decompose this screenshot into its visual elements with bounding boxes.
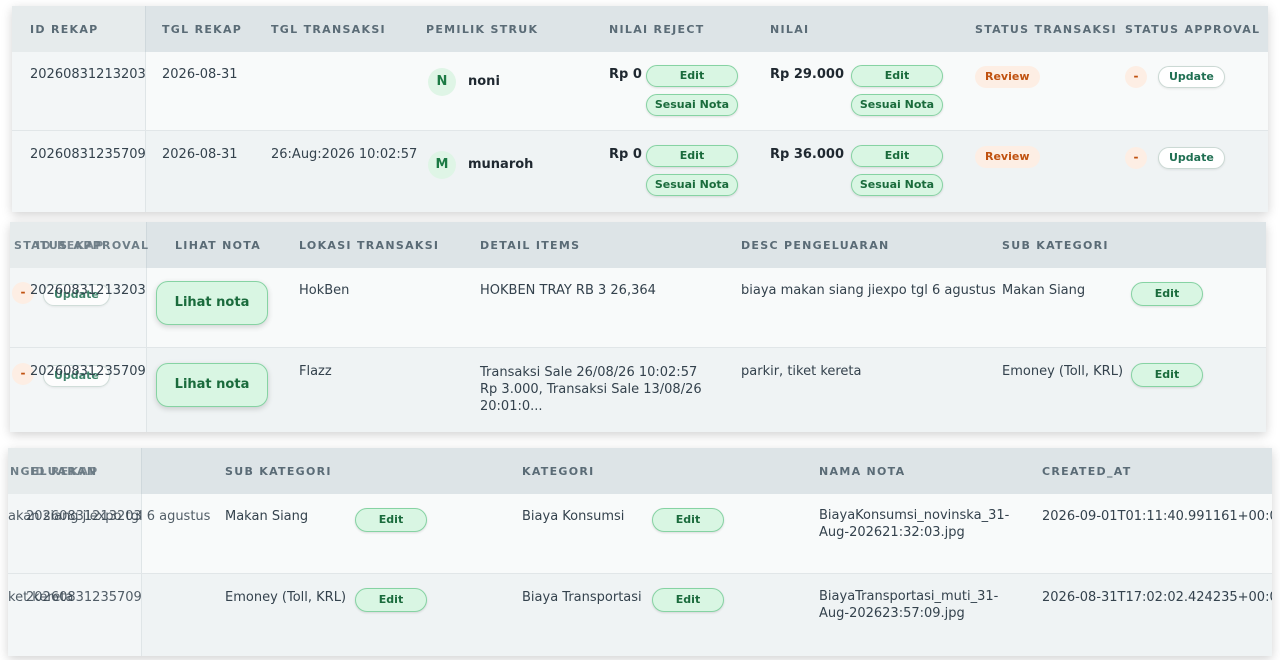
edit-sub-kategori-button[interactable]: Edit: [355, 508, 427, 532]
sesuai-nota-button[interactable]: Sesuai Nota: [646, 174, 738, 196]
id-rekap-cell: 20260831235709: [30, 147, 146, 162]
col-sub-kategori[interactable]: SUB KATEGORI: [1002, 239, 1109, 252]
status-badge: Review: [975, 146, 1040, 168]
lokasi-cell: Flazz: [299, 364, 332, 379]
col-lokasi-transaksi[interactable]: LOKASI TRANSAKSI: [299, 239, 439, 252]
col-detail-items[interactable]: DETAIL ITEMS: [480, 239, 580, 252]
id-rekap-cell: 20260831213203: [30, 283, 146, 298]
edit-sub-kategori-button[interactable]: Edit: [355, 588, 427, 612]
edit-sub-kategori-button[interactable]: Edit: [1131, 282, 1203, 306]
frozen-cell: [10, 348, 147, 432]
approval-status-badge: -: [1125, 147, 1147, 169]
table-row: - Update 20260831235709 Lihat nota Flazz…: [10, 348, 1266, 432]
rekap-table-panel-1: ID REKAP TGL REKAP TGL TRANSAKSI PEMILIK…: [12, 6, 1268, 212]
detail-items-cell: Transaksi Sale 26/08/26 10:02:57 Rp 3.00…: [480, 365, 702, 414]
col-nama-nota[interactable]: NAMA NOTA: [819, 465, 905, 478]
edit-reject-button[interactable]: Edit: [646, 145, 738, 167]
table-row: ket kereta 20260831235709 Emoney (Toll, …: [8, 574, 1272, 656]
col-tgl-transaksi[interactable]: TGL TRANSAKSI: [271, 23, 386, 36]
sesuai-nota-button[interactable]: Sesuai Nota: [851, 94, 943, 116]
rekap-table-panel-3: NGELUARAN ID REKAP SUB KATEGORI KATEGORI…: [8, 448, 1272, 656]
col-status-approval[interactable]: STATUS APPROVAL: [1125, 23, 1260, 36]
frozen-cell: [12, 52, 146, 131]
kategori-cell: Biaya Konsumsi: [522, 509, 625, 524]
col-pemilik-struk[interactable]: PEMILIK STRUK: [426, 23, 538, 36]
nilai-value: Rp 36.000: [770, 147, 845, 162]
edit-sub-kategori-button[interactable]: Edit: [1131, 363, 1203, 387]
id-rekap-cell: 20260831213203: [26, 509, 142, 524]
nama-nota-cell: BiayaKonsumsi_novinska_31-Aug-202621:32:…: [819, 508, 1010, 540]
sesuai-nota-button[interactable]: Sesuai Nota: [646, 94, 738, 116]
col-status-transaksi[interactable]: STATUS TRANSAKSI: [975, 23, 1117, 36]
rekap-table-panel-2: STATUS APPROVAL ID REKAP LIHAT NOTA LOKA…: [10, 222, 1266, 432]
edit-nilai-button[interactable]: Edit: [851, 65, 943, 87]
tgl-rekap-cell: 2026-08-31: [162, 67, 238, 82]
lihat-nota-button[interactable]: Lihat nota: [156, 363, 268, 407]
table-header: STATUS APPROVAL ID REKAP LIHAT NOTA LOKA…: [10, 222, 1266, 268]
nilai-reject-value: Rp 0: [609, 147, 642, 162]
sub-kategori-cell: Makan Siang: [1002, 283, 1086, 298]
id-rekap-cell: 20260831235709: [26, 590, 142, 605]
approval-status-badge: -: [1125, 66, 1147, 88]
update-button[interactable]: Update: [1158, 147, 1225, 169]
nilai-value: Rp 29.000: [770, 67, 845, 82]
col-id-rekap-overlay[interactable]: ID REKAP: [30, 465, 99, 478]
col-id-rekap[interactable]: ID REKAP: [30, 23, 99, 36]
detail-items-cell: HOKBEN TRAY RB 3 26,364: [480, 283, 656, 298]
col-desc-pengeluaran[interactable]: DESC PENGELUARAN: [741, 239, 890, 252]
col-nilai-reject[interactable]: NILAI REJECT: [609, 23, 705, 36]
col-kategori[interactable]: KATEGORI: [522, 465, 595, 478]
col-nilai[interactable]: NILAI: [770, 23, 809, 36]
table-row: - Update 20260831213203 Lihat nota HokBe…: [10, 268, 1266, 348]
col-created-at[interactable]: CREATED_AT: [1042, 465, 1132, 478]
frozen-cell: [8, 494, 142, 574]
edit-nilai-button[interactable]: Edit: [851, 145, 943, 167]
frozen-cell: [8, 574, 142, 656]
desc-cell: biaya makan siang jiexpo tgl 6 agustus: [741, 283, 996, 298]
owner-avatar: N: [428, 68, 456, 96]
edit-kategori-button[interactable]: Edit: [652, 588, 724, 612]
nama-nota-cell: BiayaTransportasi_muti_31-Aug-202623:57:…: [819, 589, 999, 621]
sub-kategori-cell: Emoney (Toll, KRL): [1002, 364, 1124, 379]
edit-kategori-button[interactable]: Edit: [652, 508, 724, 532]
col-tgl-rekap[interactable]: TGL REKAP: [162, 23, 242, 36]
sub-kategori-cell: Emoney (Toll, KRL): [225, 590, 347, 605]
lokasi-cell: HokBen: [299, 283, 350, 298]
table-header: ID REKAP TGL REKAP TGL TRANSAKSI PEMILIK…: [12, 6, 1268, 52]
table-row: akan siang jiexpo tgl 6 agustus 20260831…: [8, 494, 1272, 574]
sesuai-nota-button[interactable]: Sesuai Nota: [851, 174, 943, 196]
frozen-cell: [10, 268, 147, 348]
table-row: 20260831213203 2026-08-31 N noni Rp 0 Ed…: [12, 52, 1268, 131]
col-lihat-nota[interactable]: LIHAT NOTA: [175, 239, 261, 252]
created-at-cell: 2026-09-01T01:11:40.991161+00:00: [1042, 509, 1272, 524]
sub-kategori-cell: Makan Siang: [225, 509, 309, 524]
update-button[interactable]: Update: [1158, 66, 1225, 88]
created-at-cell: 2026-08-31T17:02:02.424235+00:00: [1042, 590, 1272, 605]
owner-name: noni: [468, 74, 500, 89]
owner-avatar: M: [428, 151, 456, 179]
id-rekap-cell: 20260831235709: [30, 364, 146, 379]
tgl-rekap-cell: 2026-08-31: [162, 147, 238, 162]
lihat-nota-button[interactable]: Lihat nota: [156, 281, 268, 325]
table-header: NGELUARAN ID REKAP SUB KATEGORI KATEGORI…: [8, 448, 1272, 494]
table-row: 20260831235709 2026-08-31 26:Aug:2026 10…: [12, 131, 1268, 212]
col-sub-kategori[interactable]: SUB KATEGORI: [225, 465, 332, 478]
frozen-cell: [12, 131, 146, 212]
id-rekap-cell: 20260831213203: [30, 67, 146, 82]
nilai-reject-value: Rp 0: [609, 67, 642, 82]
edit-reject-button[interactable]: Edit: [646, 65, 738, 87]
tgl-transaksi-cell: 26:Aug:2026 10:02:57: [271, 147, 418, 162]
desc-cell: parkir, tiket kereta: [741, 364, 862, 379]
owner-name: munaroh: [468, 157, 534, 172]
kategori-cell: Biaya Transportasi: [522, 590, 642, 605]
col-id-rekap-overlay[interactable]: ID REKAP: [36, 239, 105, 252]
status-badge: Review: [975, 66, 1040, 88]
